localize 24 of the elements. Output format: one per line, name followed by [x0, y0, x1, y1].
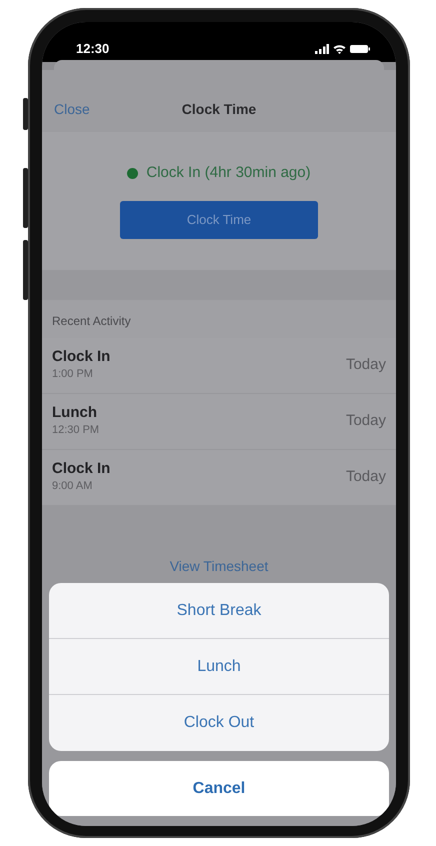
- activity-title: Clock In: [52, 348, 110, 366]
- cancel-button[interactable]: Cancel: [49, 761, 389, 816]
- activity-row[interactable]: Clock In 9:00 AM Today: [42, 450, 396, 506]
- battery-icon: [350, 44, 370, 54]
- screen-title: Clock Time: [182, 100, 256, 119]
- activity-time: 1:00 PM: [52, 367, 94, 382]
- action-option[interactable]: Short Break: [49, 583, 389, 639]
- activity-title: Clock In: [52, 460, 110, 478]
- activity-date: Today: [346, 411, 386, 432]
- section-header: Recent Activity: [42, 300, 396, 338]
- activity-time: 12:30 PM: [52, 423, 100, 438]
- action-option[interactable]: Clock Out: [49, 695, 389, 751]
- signal-icon: [315, 44, 329, 54]
- activity-title: Lunch: [52, 404, 98, 422]
- activity-date: Today: [346, 355, 386, 376]
- activity-date: Today: [346, 467, 386, 488]
- action-option[interactable]: Lunch: [49, 639, 389, 695]
- wifi-icon: [333, 44, 346, 54]
- activity-row[interactable]: Clock In 1:00 PM Today: [42, 338, 396, 394]
- activity-row[interactable]: Lunch 12:30 PM Today: [42, 394, 396, 450]
- activity-time: 9:00 AM: [52, 479, 94, 494]
- status-time: 12:30: [76, 40, 110, 58]
- clock-time-button[interactable]: Clock Time: [120, 200, 318, 238]
- clock-status-text: Clock In (4hr 30min ago): [146, 163, 311, 183]
